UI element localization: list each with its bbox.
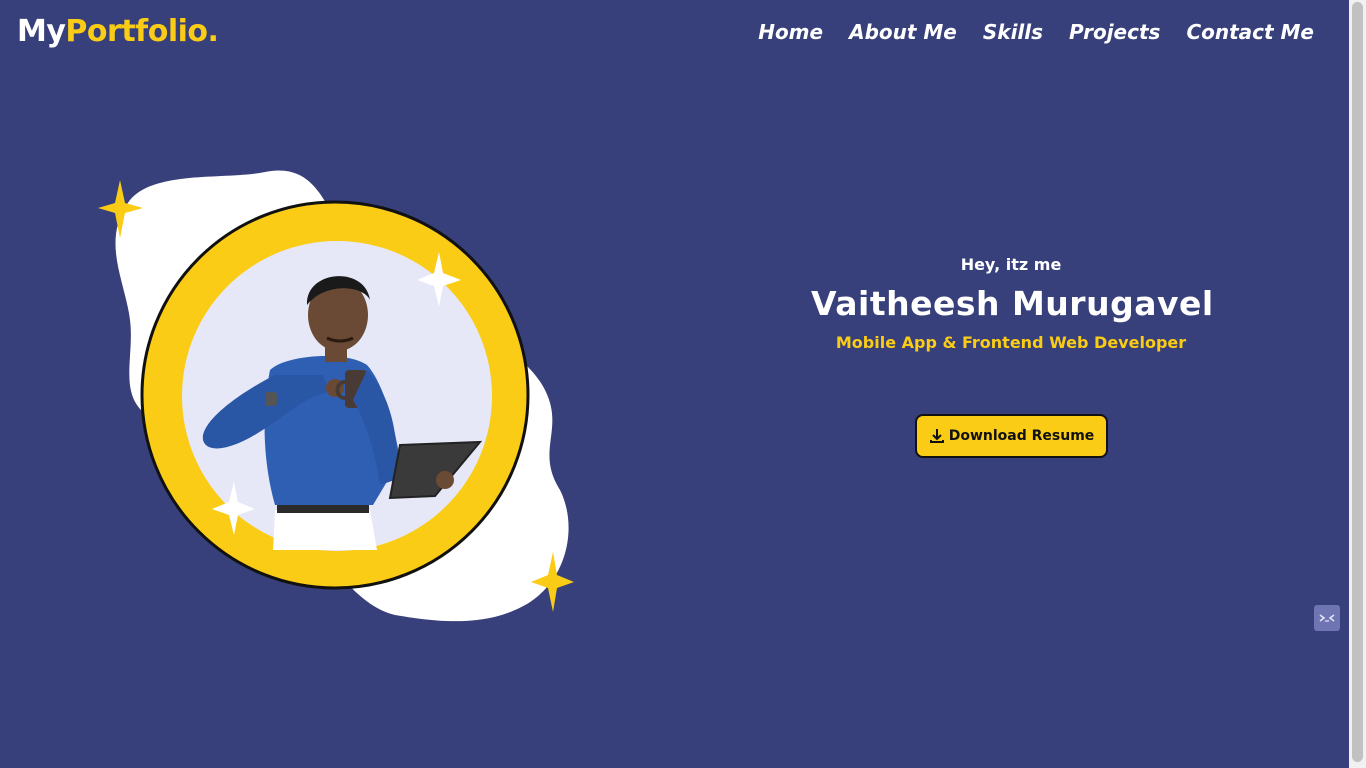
logo-accent: Portfolio. [65,14,219,49]
nav-projects[interactable]: Projects [1069,20,1160,44]
nav-contact-me[interactable]: Contact Me [1186,20,1314,44]
hero-name: Vaitheesh Murugavel [811,284,1214,323]
scrollbar-thumb[interactable] [1352,2,1363,762]
hero-role: Mobile App & Frontend Web Developer [835,333,1187,352]
logo-main: My [17,14,66,49]
site-header: MyPortfolio. Home About Me Skills Projec… [0,0,1349,70]
nav-home[interactable]: Home [758,20,823,44]
hero-illustration [95,160,585,635]
chat-widget-button[interactable] [1314,605,1340,631]
main-nav: Home About Me Skills Projects Contact Me [758,20,1314,44]
download-icon [929,429,944,443]
download-resume-label: Download Resume [948,428,1095,444]
hero-intro: Hey, itz me Vaitheesh Murugavel Mobile A… [811,255,1214,352]
page-scrollbar[interactable] [1349,0,1366,768]
nav-about-me[interactable]: About Me [849,20,957,44]
chat-widget-icon [1319,614,1335,622]
download-resume-button[interactable]: Download Resume [915,414,1108,458]
portfolio-page: MyPortfolio. Home About Me Skills Projec… [0,0,1366,768]
nav-skills[interactable]: Skills [983,20,1043,44]
site-logo[interactable]: MyPortfolio. [17,14,219,49]
greeting-text: Hey, itz me [960,255,1062,274]
